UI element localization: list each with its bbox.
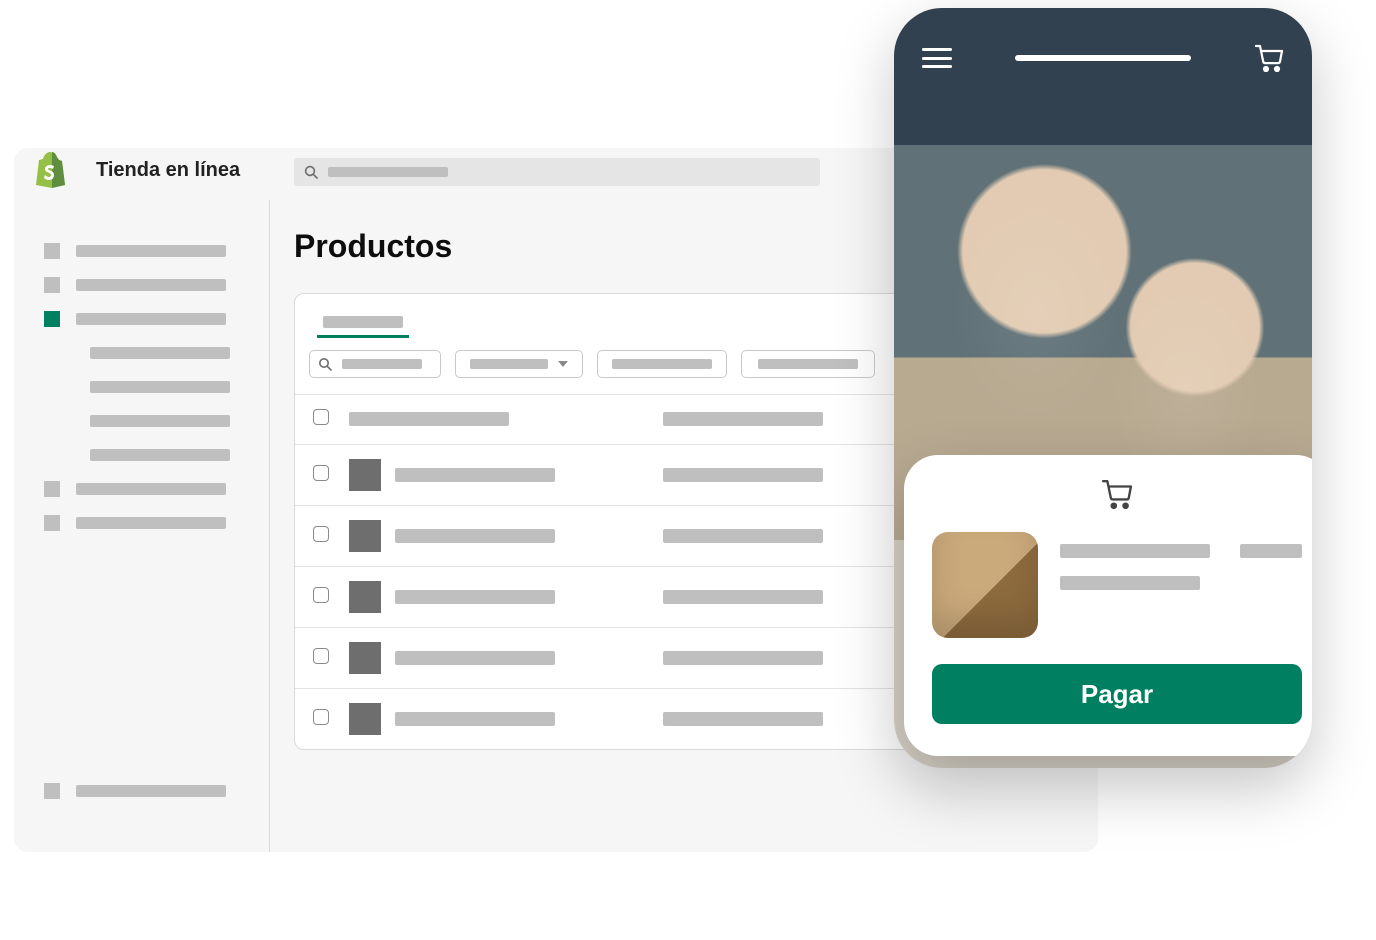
sidebar-subitem[interactable] xyxy=(14,438,269,472)
cell-value xyxy=(663,529,823,543)
nav-label xyxy=(90,381,230,393)
filter-dropdown[interactable] xyxy=(741,350,875,378)
nav-icon xyxy=(44,277,60,293)
row-checkbox[interactable] xyxy=(313,465,329,481)
tab-label xyxy=(323,316,403,328)
nav-label xyxy=(76,517,226,529)
search-icon xyxy=(318,357,332,371)
nav-label xyxy=(76,279,226,291)
nav-icon xyxy=(44,243,60,259)
search-placeholder xyxy=(328,167,448,177)
filter-label xyxy=(612,359,712,369)
product-name xyxy=(395,590,555,604)
row-checkbox[interactable] xyxy=(313,587,329,603)
chevron-down-icon xyxy=(558,361,568,367)
sidebar-item[interactable] xyxy=(14,472,269,506)
product-thumb xyxy=(349,703,381,735)
sidebar xyxy=(14,200,270,852)
address-bar[interactable] xyxy=(1015,55,1191,61)
cart-item-title xyxy=(1060,544,1210,558)
nav-label xyxy=(90,415,230,427)
pay-button[interactable]: Pagar xyxy=(932,664,1302,724)
product-thumb xyxy=(349,642,381,674)
cell-value xyxy=(663,651,823,665)
select-all-checkbox[interactable] xyxy=(313,409,329,425)
product-thumb xyxy=(349,581,381,613)
cart-line-item xyxy=(932,532,1302,638)
product-name xyxy=(395,712,555,726)
cell-value xyxy=(663,468,823,482)
product-thumb xyxy=(349,520,381,552)
shopify-bag-icon xyxy=(34,152,66,188)
nav-icon xyxy=(44,311,60,327)
global-search[interactable] xyxy=(294,158,820,186)
storefront-header xyxy=(894,8,1312,72)
sidebar-subitem[interactable] xyxy=(14,404,269,438)
nav-icon xyxy=(44,515,60,531)
sidebar-item-footer[interactable] xyxy=(14,774,269,808)
filter-label xyxy=(758,359,858,369)
row-checkbox[interactable] xyxy=(313,526,329,542)
sidebar-item[interactable] xyxy=(14,234,269,268)
row-checkbox[interactable] xyxy=(313,709,329,725)
cell-value xyxy=(663,712,823,726)
nav-icon xyxy=(44,481,60,497)
brand-row: Tienda en línea xyxy=(34,152,240,188)
nav-label xyxy=(76,785,226,797)
nav-label xyxy=(76,313,226,325)
sidebar-item-active[interactable] xyxy=(14,302,269,336)
filter-placeholder xyxy=(342,359,422,369)
cart-item-image xyxy=(932,532,1038,638)
nav-label xyxy=(90,347,230,359)
brand-title: Tienda en línea xyxy=(96,159,240,182)
hamburger-icon[interactable] xyxy=(922,48,952,68)
nav-label xyxy=(76,483,226,495)
product-thumb xyxy=(349,459,381,491)
search-icon xyxy=(304,165,318,179)
product-name xyxy=(395,651,555,665)
storefront-phone: Pagar xyxy=(894,8,1312,768)
sidebar-item[interactable] xyxy=(14,268,269,302)
cart-icon xyxy=(1100,479,1134,514)
row-checkbox[interactable] xyxy=(313,648,329,664)
col-header xyxy=(349,412,509,426)
filter-dropdown[interactable] xyxy=(455,350,583,378)
sidebar-item[interactable] xyxy=(14,506,269,540)
nav-label xyxy=(76,245,226,257)
checkout-card: Pagar xyxy=(904,455,1312,756)
sidebar-subitem[interactable] xyxy=(14,370,269,404)
nav-icon xyxy=(44,783,60,799)
sidebar-subitem[interactable] xyxy=(14,336,269,370)
cell-value xyxy=(663,590,823,604)
nav-label xyxy=(90,449,230,461)
filter-label xyxy=(470,359,548,369)
filter-dropdown[interactable] xyxy=(597,350,727,378)
filter-search[interactable] xyxy=(309,350,441,378)
cart-item-subtitle xyxy=(1060,576,1200,590)
product-name xyxy=(395,468,555,482)
product-name xyxy=(395,529,555,543)
cart-icon[interactable] xyxy=(1254,44,1284,72)
col-header xyxy=(663,412,823,426)
tab-active[interactable] xyxy=(317,308,409,338)
cart-item-price xyxy=(1240,544,1302,558)
